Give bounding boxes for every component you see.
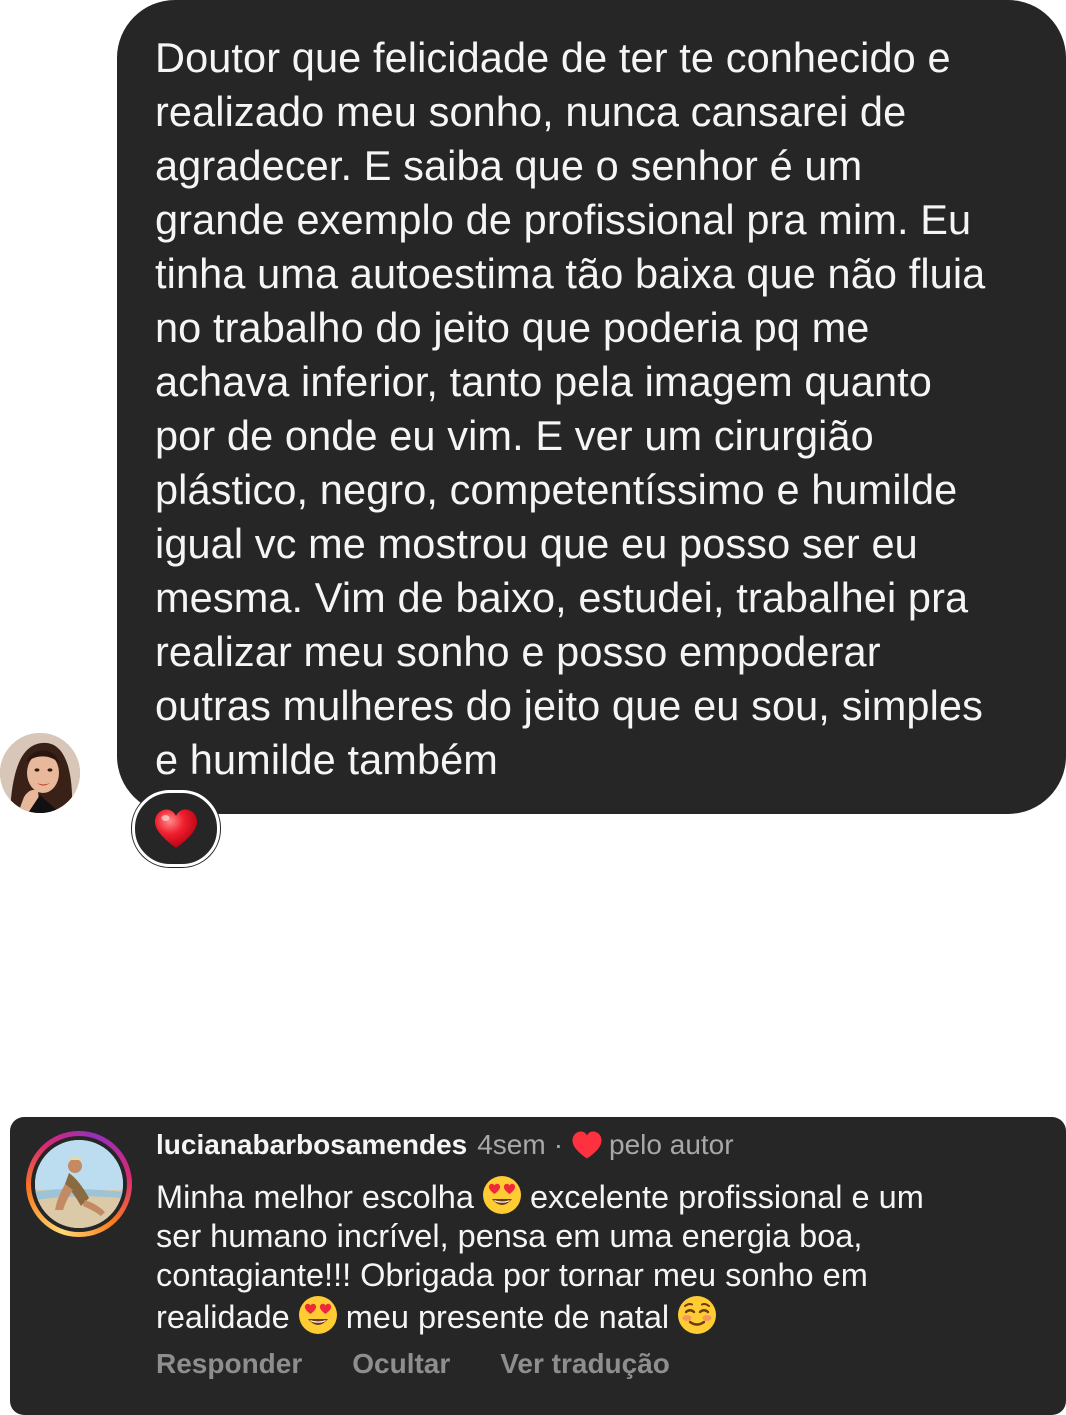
reply-button[interactable]: Responder <box>156 1348 302 1380</box>
comment-username[interactable]: lucianabarbosamendes <box>156 1128 467 1162</box>
sender-avatar[interactable] <box>0 733 80 813</box>
translate-button[interactable]: Ver tradução <box>500 1348 670 1380</box>
heart-icon <box>154 808 198 848</box>
liked-by-author-label: pelo autor <box>609 1129 734 1160</box>
smiling-blush-emoji-icon <box>678 1296 717 1334</box>
comment-time: 4sem <box>477 1129 546 1160</box>
comment-card: lucianabarbosamendes 4sem · pelo autor M… <box>10 1117 1066 1415</box>
commenter-avatar[interactable] <box>26 1131 132 1237</box>
comment-text: Minha melhor escolha excelente profissio… <box>156 1175 1046 1337</box>
message-text: Doutor que felicidade de ter te conhecid… <box>155 34 986 783</box>
heart-eyes-emoji-icon <box>482 1176 521 1214</box>
reaction-badge[interactable] <box>132 790 220 867</box>
hide-button[interactable]: Ocultar <box>352 1348 450 1380</box>
liked-heart-icon <box>572 1131 602 1159</box>
meta-separator: · <box>553 1129 564 1160</box>
heart-eyes-emoji-icon <box>298 1296 337 1334</box>
comment-text-part-1: Minha melhor escolha <box>156 1179 474 1215</box>
comment-text-part-3: meu presente de natal <box>345 1299 670 1335</box>
message-bubble[interactable]: Doutor que felicidade de ter te conhecid… <box>117 0 1066 814</box>
comment-actions: Responder Ocultar Ver tradução <box>156 1348 670 1380</box>
comment-body: lucianabarbosamendes 4sem · pelo autor M… <box>156 1128 1046 1337</box>
comment-meta: lucianabarbosamendes 4sem · pelo autor <box>156 1128 1046 1162</box>
